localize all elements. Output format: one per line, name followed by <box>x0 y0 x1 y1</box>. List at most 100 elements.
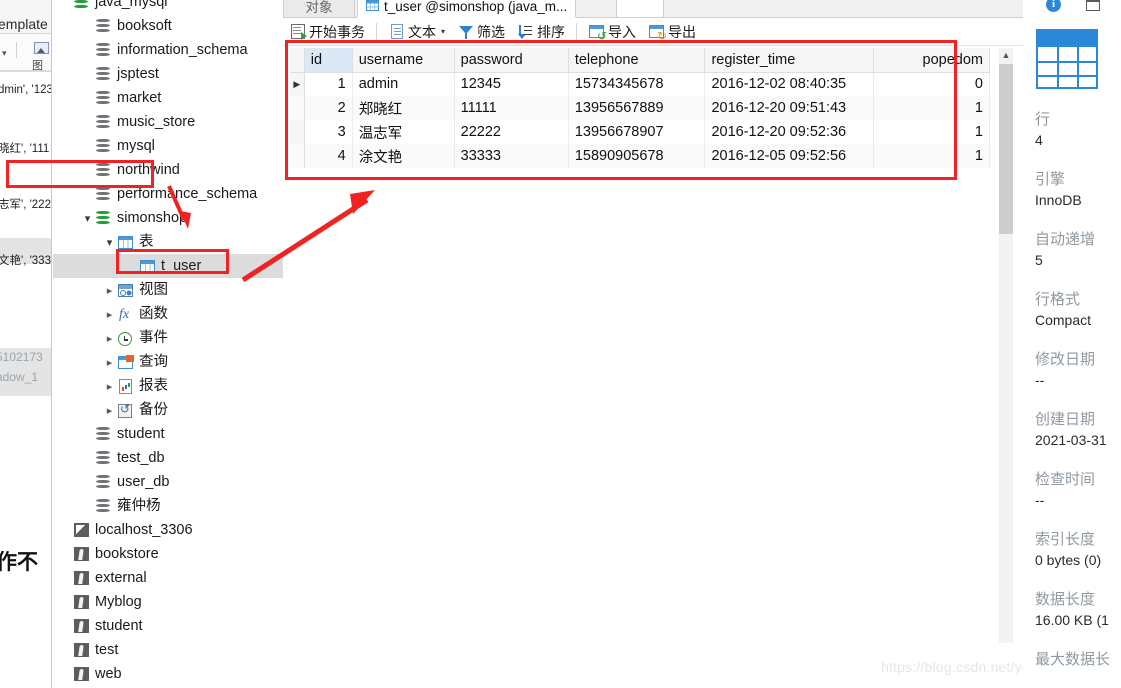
table-large-icon <box>1036 29 1098 89</box>
tree-item-student[interactable]: student <box>53 422 283 446</box>
tree-item-external[interactable]: external <box>53 566 283 590</box>
tab-object[interactable]: 对象 <box>283 0 355 18</box>
chevron-right-icon[interactable]: ▸ <box>103 308 116 321</box>
tree-item-Myblog[interactable]: Myblog <box>53 590 283 614</box>
tree-item-test[interactable]: test <box>53 638 283 662</box>
screenshot-root: emplate ▾ 图 dmin', '123 晓红', '111 志军', '… <box>0 0 1121 688</box>
tree-item-information_schema[interactable]: information_schema <box>53 38 283 62</box>
tree-item-[interactable]: ▸ fx 函数 <box>53 302 283 326</box>
tree-item-[interactable]: ▸ 备份 <box>53 398 283 422</box>
grid-vertical-scrollbar[interactable]: ▲ <box>999 48 1013 643</box>
background-faded-text: 5102173 <box>0 350 43 364</box>
scroll-up-icon[interactable]: ▲ <box>999 48 1013 63</box>
db-icon <box>94 186 112 202</box>
tree-item-mysql[interactable]: mysql <box>53 134 283 158</box>
tree-item-web[interactable]: web <box>53 662 283 686</box>
tree-item-[interactable]: ▸ 报表 <box>53 374 283 398</box>
tree-item-music_store[interactable]: music_store <box>53 110 283 134</box>
tree-item-label: 备份 <box>139 401 168 418</box>
property-value: InnoDB <box>1035 192 1082 208</box>
annotation-box-grid <box>285 40 957 180</box>
tree-item-localhost_3306[interactable]: localhost_3306 <box>53 518 283 542</box>
export-label: 导出 <box>668 23 697 40</box>
tab-placeholder[interactable] <box>616 0 664 18</box>
scrollbar-thumb[interactable] <box>999 64 1013 234</box>
info-icon[interactable]: i <box>1046 0 1061 12</box>
annotation-arrow-diagonal-icon <box>241 190 375 283</box>
chevron-right-icon[interactable]: ▸ <box>103 404 116 417</box>
chevron-right-icon[interactable]: ▸ <box>103 284 116 297</box>
begin-transaction-label: 开始事务 <box>309 23 365 40</box>
background-toolbar-caret-icon[interactable]: ▾ <box>2 48 7 59</box>
tree-item-jsptest[interactable]: jsptest <box>53 62 283 86</box>
background-divider-1 <box>0 71 51 72</box>
tree-item-bookstore[interactable]: bookstore <box>53 542 283 566</box>
navicat-window: java_mysql booksoft information_schemajspt… <box>6 0 1121 688</box>
tree-item-[interactable]: ▸ 查询 <box>53 350 283 374</box>
sqlite-conn-icon <box>72 594 90 610</box>
event-clock-icon <box>116 330 134 346</box>
tree-item-booksoft[interactable]: booksoft <box>53 14 283 38</box>
tree-item-label: 雍仲杨 <box>117 497 161 514</box>
property-block: 索引长度 0 bytes (0) <box>1035 530 1121 570</box>
background-chart-icon[interactable] <box>34 42 49 54</box>
tree-item-user_db[interactable]: user_db <box>53 470 283 494</box>
chevron-down-icon[interactable]: ▾ <box>441 27 445 36</box>
tree-item-market[interactable]: market <box>53 86 283 110</box>
tree-item-label: 函数 <box>139 305 168 322</box>
filter-funnel-icon <box>457 24 474 40</box>
property-value: -- <box>1035 372 1045 388</box>
database-tree-pane[interactable]: java_mysql booksoft information_schemajspt… <box>53 0 283 688</box>
tab-t-user[interactable]: t_user @simonshop (java_m... <box>357 0 577 18</box>
tree-item-label: Myblog <box>95 593 142 610</box>
property-block: 行4 <box>1035 110 1121 150</box>
transaction-icon <box>289 23 307 40</box>
tree-item-label: 事件 <box>139 329 168 346</box>
filter-label: 筛选 <box>477 23 506 40</box>
chevron-down-icon[interactable]: ▾ <box>103 236 116 249</box>
properties-header: i <box>1023 0 1121 18</box>
tree-item-label: 表 <box>139 233 154 250</box>
import-label: 导入 <box>608 23 637 40</box>
chevron-down-icon[interactable]: ▾ <box>81 212 94 225</box>
tree-item-test_db[interactable]: test_db <box>53 446 283 470</box>
property-block: 行格式 Compact <box>1035 290 1121 330</box>
db-icon <box>94 138 112 154</box>
calendar-icon[interactable] <box>1086 0 1100 11</box>
export-icon <box>648 24 667 43</box>
sqlite-conn-icon <box>72 546 90 562</box>
property-block: 创建日期 2021-03-31 <box>1035 410 1121 450</box>
tree-item-label: localhost_3306 <box>95 521 193 538</box>
background-window-titlebar: emplate <box>0 0 51 34</box>
annotation-box-simonshop <box>6 160 154 188</box>
chevron-right-icon[interactable]: ▸ <box>103 356 116 369</box>
chevron-right-icon[interactable]: ▸ <box>103 332 116 345</box>
tree-item-[interactable]: ▸ 事件 <box>53 326 283 350</box>
property-block: 检查时间 -- <box>1035 470 1121 510</box>
tree-item-label: jsptest <box>117 65 159 82</box>
property-block: 修改日期 -- <box>1035 350 1121 390</box>
property-value: 2021-03-31 <box>1035 432 1107 448</box>
tree-item-java_mysql[interactable]: java_mysql <box>53 0 283 14</box>
property-key: 引擎 <box>1035 171 1066 188</box>
tree-item-label: user_db <box>117 473 170 490</box>
tree-item-label: web <box>95 665 122 682</box>
property-key: 检查时间 <box>1035 471 1096 488</box>
background-sql-line: 文艳', '333 <box>0 255 51 267</box>
tree-item-student[interactable]: student <box>53 614 283 638</box>
table-properties-panel: i 行 4 引擎 InnoDB 自动递增 5 行格式 Compact 修改日期 -- 创建日期 202… <box>1023 0 1121 688</box>
backup-icon <box>116 402 134 418</box>
background-window-toolbar: ▾ 图 <box>0 34 51 72</box>
tree-item-label: 视图 <box>139 281 168 298</box>
tree-item-[interactable]: 雍仲杨 <box>53 494 283 518</box>
tree-item-label: mysql <box>117 137 155 154</box>
chevron-right-icon[interactable]: ▸ <box>103 380 116 393</box>
sort-icon <box>517 24 534 40</box>
toolbar-divider <box>576 22 578 41</box>
sqlite-conn-icon <box>72 618 90 634</box>
tree-item-label: bookstore <box>95 545 159 562</box>
query-icon <box>116 354 134 370</box>
tree-item-label: music_store <box>117 113 196 130</box>
tree-item-label: information_schema <box>117 41 248 58</box>
db-icon <box>94 90 112 106</box>
